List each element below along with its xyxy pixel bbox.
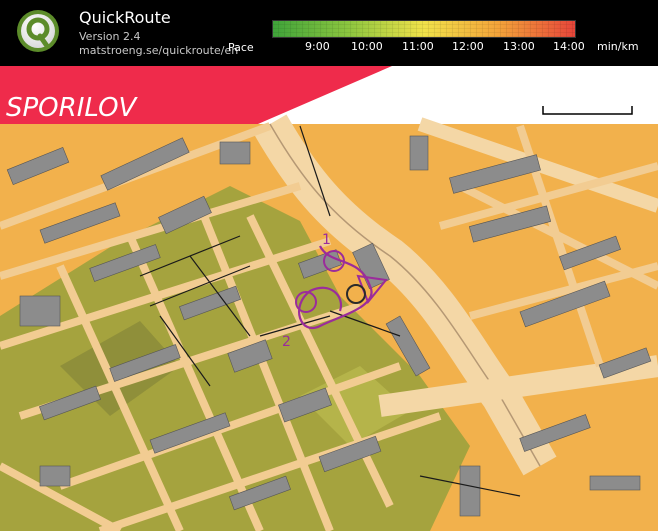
pace-color-scale xyxy=(272,20,576,38)
control-number: 2 xyxy=(282,334,291,350)
quickroute-window: QuickRoute Version 2.4 matstroeng.se/qui… xyxy=(0,0,658,531)
pace-label: Pace xyxy=(228,41,254,54)
control-number: 1 xyxy=(322,232,331,248)
pace-unit: min/km xyxy=(597,40,639,53)
header-bar: QuickRoute Version 2.4 matstroeng.se/qui… xyxy=(0,0,658,66)
pace-tick-label: 13:00 xyxy=(503,40,535,53)
app-url-link[interactable]: matstroeng.se/quickroute/en xyxy=(79,44,238,57)
quickroute-logo-icon xyxy=(17,10,59,52)
pace-tick-label: 9:00 xyxy=(305,40,330,53)
orienteering-map[interactable]: SPORILOV 1 2 xyxy=(0,66,658,531)
pace-tick-label: 12:00 xyxy=(452,40,484,53)
pace-tick-label: 10:00 xyxy=(351,40,383,53)
map-title: SPORILOV xyxy=(6,93,139,123)
app-title: QuickRoute xyxy=(79,8,171,27)
app-version: Version 2.4 xyxy=(79,30,141,43)
pace-tick-label: 11:00 xyxy=(402,40,434,53)
pace-tick-label: 14:00 xyxy=(553,40,585,53)
